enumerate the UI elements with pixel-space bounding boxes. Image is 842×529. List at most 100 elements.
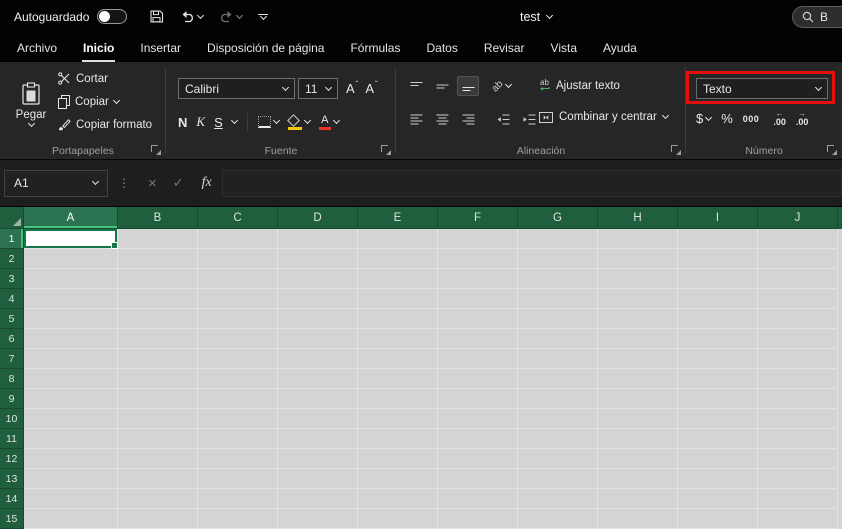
cell-E10[interactable] <box>358 409 438 429</box>
cell-H12[interactable] <box>598 449 678 469</box>
increase-font-size-button[interactable]: Aˆ <box>346 81 358 97</box>
cut-button[interactable]: Cortar <box>58 72 108 85</box>
column-header-B[interactable]: B <box>118 207 198 229</box>
cell-C14[interactable] <box>198 489 278 509</box>
cell-J8[interactable] <box>758 369 838 389</box>
cell-H13[interactable] <box>598 469 678 489</box>
cell-I14[interactable] <box>678 489 758 509</box>
percent-format-button[interactable]: % <box>721 111 733 126</box>
row-header-1[interactable]: 1 <box>0 229 24 249</box>
cell-G2[interactable] <box>518 249 598 269</box>
cell-C3[interactable] <box>198 269 278 289</box>
cell-B9[interactable] <box>118 389 198 409</box>
cell-G9[interactable] <box>518 389 598 409</box>
row-header-15[interactable]: 15 <box>0 509 24 529</box>
cell-F14[interactable] <box>438 489 518 509</box>
cell-C10[interactable] <box>198 409 278 429</box>
row-header-10[interactable]: 10 <box>0 409 24 429</box>
cell-J9[interactable] <box>758 389 838 409</box>
cell-A7[interactable] <box>24 349 118 369</box>
cell-F6[interactable] <box>438 329 518 349</box>
cell-J14[interactable] <box>758 489 838 509</box>
cell-H7[interactable] <box>598 349 678 369</box>
align-bottom-button[interactable] <box>457 76 479 96</box>
cell-A15[interactable] <box>24 509 118 529</box>
column-header-E[interactable]: E <box>358 207 438 229</box>
cell-H14[interactable] <box>598 489 678 509</box>
cell-E7[interactable] <box>358 349 438 369</box>
cell-F2[interactable] <box>438 249 518 269</box>
cell-I4[interactable] <box>678 289 758 309</box>
copy-button[interactable]: Copiar <box>58 95 120 109</box>
autosave-toggle[interactable] <box>97 9 128 24</box>
column-header-C[interactable]: C <box>198 207 278 229</box>
cell-C8[interactable] <box>198 369 278 389</box>
font-size-combo[interactable]: 11 <box>298 78 338 99</box>
cell-D5[interactable] <box>278 309 358 329</box>
cell-C11[interactable] <box>198 429 278 449</box>
decrease-indent-button[interactable] <box>492 109 514 129</box>
cell-B14[interactable] <box>118 489 198 509</box>
row-header-14[interactable]: 14 <box>0 489 24 509</box>
increase-indent-button[interactable] <box>518 109 540 129</box>
name-box[interactable]: A1 <box>4 169 108 197</box>
format-painter-button[interactable]: Copiar formato <box>58 118 152 131</box>
cell-H1[interactable] <box>598 229 678 249</box>
cell-F15[interactable] <box>438 509 518 529</box>
cell-G3[interactable] <box>518 269 598 289</box>
cell-G4[interactable] <box>518 289 598 309</box>
insert-function-button[interactable]: fx <box>202 175 212 191</box>
cell-I13[interactable] <box>678 469 758 489</box>
cell-J4[interactable] <box>758 289 838 309</box>
cell-A11[interactable] <box>24 429 118 449</box>
cell-B5[interactable] <box>118 309 198 329</box>
cell-D8[interactable] <box>278 369 358 389</box>
tab-archivo[interactable]: Archivo <box>4 33 70 62</box>
tab-inicio[interactable]: Inicio <box>70 33 127 62</box>
cell-E4[interactable] <box>358 289 438 309</box>
cell-E3[interactable] <box>358 269 438 289</box>
column-header-I[interactable]: I <box>678 207 758 229</box>
cell-E11[interactable] <box>358 429 438 449</box>
cell-C5[interactable] <box>198 309 278 329</box>
cell-D10[interactable] <box>278 409 358 429</box>
cell-H5[interactable] <box>598 309 678 329</box>
cell-C9[interactable] <box>198 389 278 409</box>
cell-H2[interactable] <box>598 249 678 269</box>
cell-B3[interactable] <box>118 269 198 289</box>
column-header-F[interactable]: F <box>438 207 518 229</box>
row-header-8[interactable]: 8 <box>0 369 24 389</box>
tab-revisar[interactable]: Revisar <box>471 33 538 62</box>
cell-F7[interactable] <box>438 349 518 369</box>
row-header-11[interactable]: 11 <box>0 429 24 449</box>
cell-B15[interactable] <box>118 509 198 529</box>
cell-A10[interactable] <box>24 409 118 429</box>
align-right-button[interactable] <box>457 109 479 129</box>
cell-F11[interactable] <box>438 429 518 449</box>
cell-H6[interactable] <box>598 329 678 349</box>
align-top-button[interactable] <box>405 76 427 96</box>
customize-quick-access-button[interactable] <box>258 13 269 21</box>
paste-button[interactable]: Pegar <box>8 69 54 139</box>
cell-G8[interactable] <box>518 369 598 389</box>
bold-button[interactable]: N <box>178 115 187 130</box>
cell-E12[interactable] <box>358 449 438 469</box>
cell-D11[interactable] <box>278 429 358 449</box>
row-header-9[interactable]: 9 <box>0 389 24 409</box>
cell-G15[interactable] <box>518 509 598 529</box>
increase-decimal-button[interactable]: ← .00 <box>773 110 786 127</box>
cell-G12[interactable] <box>518 449 598 469</box>
cell-D4[interactable] <box>278 289 358 309</box>
cell-D3[interactable] <box>278 269 358 289</box>
wrap-text-button[interactable]: ab Ajustar texto <box>539 79 620 92</box>
cell-I3[interactable] <box>678 269 758 289</box>
cell-E14[interactable] <box>358 489 438 509</box>
column-header-J[interactable]: J <box>758 207 838 229</box>
underline-button[interactable]: S <box>214 115 223 130</box>
row-header-7[interactable]: 7 <box>0 349 24 369</box>
cell-G13[interactable] <box>518 469 598 489</box>
cell-E1[interactable] <box>358 229 438 249</box>
cell-C12[interactable] <box>198 449 278 469</box>
cell-A13[interactable] <box>24 469 118 489</box>
cell-D12[interactable] <box>278 449 358 469</box>
